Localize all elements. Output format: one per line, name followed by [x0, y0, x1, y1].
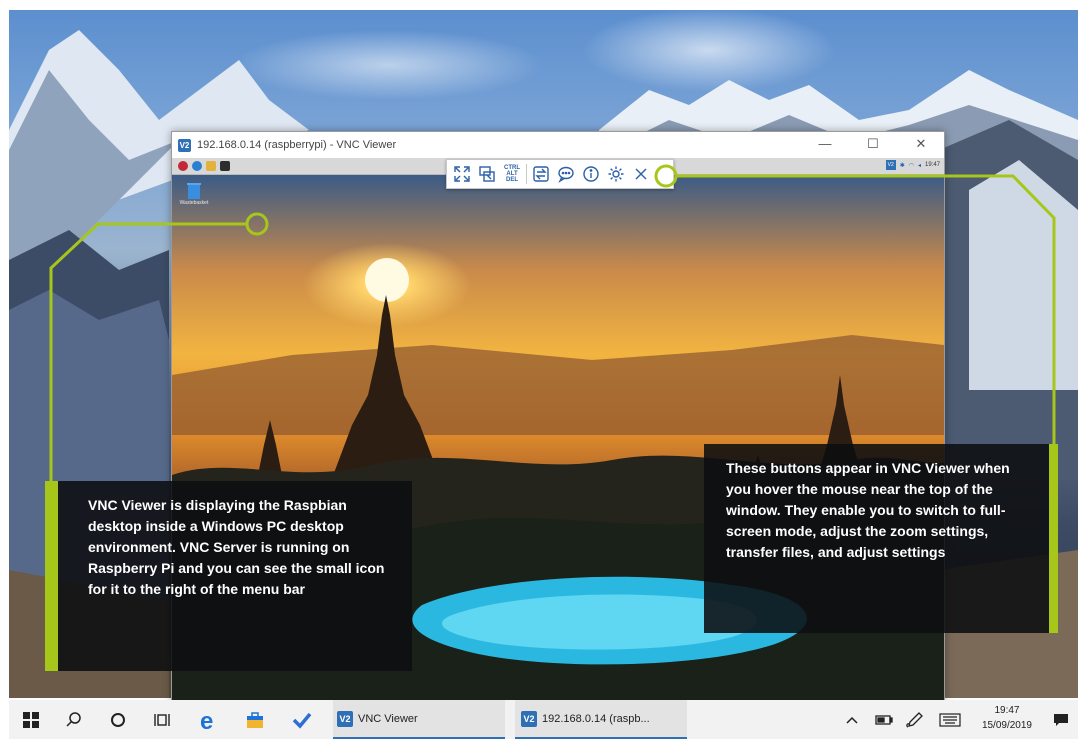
- taskbar-vnc-viewer[interactable]: V2 VNC Viewer: [333, 700, 505, 739]
- web-browser-icon[interactable]: [192, 161, 202, 171]
- edge-icon: e: [200, 709, 213, 731]
- vnc-titlebar[interactable]: V2 192.168.0.14 (raspberrypi) - VNC View…: [172, 132, 944, 158]
- action-center-button[interactable]: [1053, 700, 1069, 739]
- checkmark-icon: [292, 712, 312, 729]
- taskbar-vnc-session-label: 192.168.0.14 (raspb...: [542, 712, 650, 725]
- settings-button[interactable]: [605, 163, 627, 185]
- tray-time: 19:47: [924, 162, 940, 168]
- wifi-icon[interactable]: ◠: [909, 162, 914, 169]
- scale-button[interactable]: [476, 163, 498, 185]
- store-icon: [247, 711, 263, 728]
- minimize-button[interactable]: —: [810, 136, 840, 151]
- scale-icon: [479, 166, 495, 182]
- ctrl-alt-del-label: CTRL ALT DEL: [504, 165, 520, 183]
- todo-button[interactable]: [292, 700, 312, 739]
- screenshot-frame: V2 192.168.0.14 (raspberrypi) - VNC View…: [0, 0, 1087, 739]
- taskbar-vnc-session[interactable]: V2 192.168.0.14 (raspb...: [515, 700, 687, 739]
- cortana-icon: [111, 712, 125, 727]
- vnc-viewer-icon: V2: [337, 710, 353, 727]
- store-button[interactable]: [245, 700, 265, 739]
- close-button[interactable]: ✕: [906, 136, 936, 152]
- info-button[interactable]: [580, 163, 602, 185]
- show-hidden-icons-button[interactable]: [845, 700, 859, 739]
- toolbar-divider: [526, 164, 527, 184]
- search-button[interactable]: [66, 700, 82, 739]
- fullscreen-button[interactable]: [451, 163, 473, 185]
- wastebasket-label: Wastebasket: [179, 200, 209, 206]
- windows-logo-icon: [23, 711, 39, 728]
- file-transfer-button[interactable]: [530, 163, 552, 185]
- task-view-icon: [154, 713, 170, 726]
- taskbar-vnc-viewer-label: VNC Viewer: [358, 712, 418, 725]
- vnc-hover-toolbar: CTRL ALT DEL: [446, 159, 674, 189]
- callout-left-text: VNC Viewer is displaying the Raspbian de…: [88, 497, 385, 597]
- search-icon: [66, 711, 81, 727]
- expand-icon: [454, 166, 470, 182]
- pen-icon: [906, 711, 923, 728]
- battery-button[interactable]: [875, 700, 893, 739]
- toolbar-close-button[interactable]: [630, 163, 652, 185]
- clock-date: 15/09/2019: [981, 720, 1032, 731]
- callout-right: These buttons appear in VNC Viewer when …: [704, 444, 1058, 633]
- keyboard-button[interactable]: [939, 700, 961, 739]
- chat-button[interactable]: [555, 163, 577, 185]
- maximize-button[interactable]: ☐: [858, 136, 888, 152]
- vnc-app-icon: V2: [178, 138, 191, 152]
- notification-icon: [1054, 713, 1068, 726]
- vnc-server-tray-icon[interactable]: V2: [885, 160, 896, 170]
- pen-button[interactable]: [905, 700, 923, 739]
- chevron-up-icon: [846, 716, 858, 724]
- battery-icon: [875, 714, 893, 725]
- transfer-icon: [533, 166, 549, 182]
- ctrl-alt-del-button[interactable]: CTRL ALT DEL: [501, 163, 523, 185]
- chat-icon: [558, 166, 574, 183]
- clock-time: 19:47: [994, 705, 1020, 716]
- taskbar-clock[interactable]: 19:47 15/09/2019: [982, 703, 1032, 733]
- cortana-button[interactable]: [110, 700, 126, 739]
- bluetooth-icon[interactable]: ✱: [900, 162, 905, 169]
- window-title: 192.168.0.14 (raspberrypi) - VNC Viewer: [197, 139, 397, 151]
- callout-left: VNC Viewer is displaying the Raspbian de…: [45, 481, 412, 671]
- keyboard-icon: [939, 712, 961, 727]
- windows-taskbar: e V2 VNC Viewer V2 192.168.0.14 (raspb..…: [9, 700, 1078, 739]
- wastebasket-icon[interactable]: [186, 181, 202, 199]
- raspbian-tray: V2 ✱ ◠ ◂ 19:47: [885, 160, 940, 170]
- close-icon: [635, 168, 647, 180]
- gear-icon: [608, 166, 624, 182]
- file-manager-icon[interactable]: [206, 161, 216, 171]
- raspberry-menu-icon[interactable]: [178, 161, 188, 171]
- volume-icon[interactable]: ◂: [918, 162, 921, 169]
- edge-button[interactable]: e: [199, 700, 221, 739]
- terminal-icon[interactable]: [220, 161, 230, 171]
- task-view-button[interactable]: [153, 700, 171, 739]
- vnc-session-icon: V2: [521, 710, 537, 727]
- callout-right-text: These buttons appear in VNC Viewer when …: [726, 460, 1010, 560]
- start-button[interactable]: [23, 700, 39, 739]
- svg-text:e: e: [200, 709, 213, 731]
- info-icon: [583, 166, 599, 182]
